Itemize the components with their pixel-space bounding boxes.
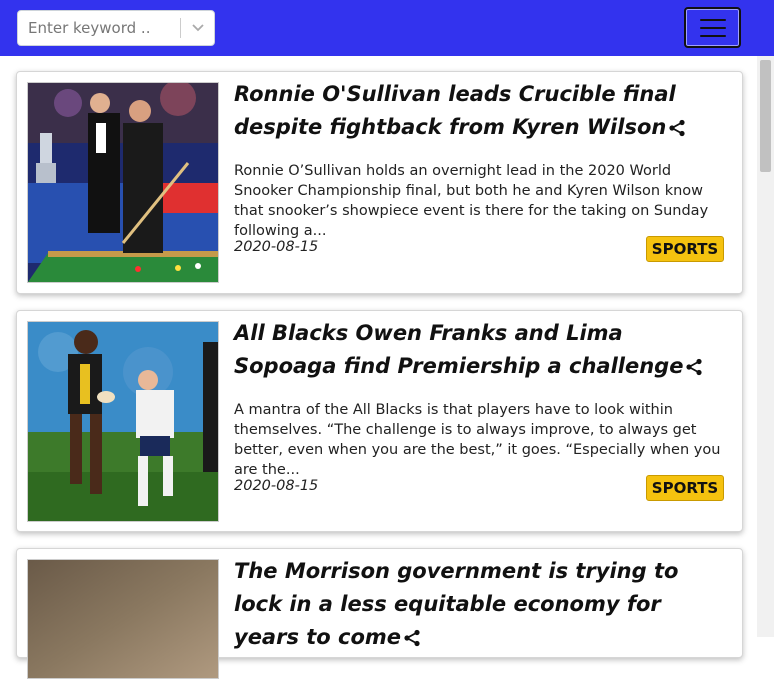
article-title[interactable]: Ronnie O'Sullivan leads Crucible final d… [234, 78, 729, 144]
news-card[interactable]: Ronnie O'Sullivan leads Crucible final d… [16, 71, 743, 294]
search-separator [180, 18, 181, 38]
chevron-down-icon[interactable] [186, 17, 210, 39]
article-title[interactable]: The Morrison government is trying to loc… [234, 555, 729, 654]
hamburger-menu-button[interactable] [684, 7, 741, 48]
hamburger-menu-icon [700, 35, 726, 37]
article-thumbnail[interactable] [27, 559, 219, 679]
category-badge[interactable]: SPORTS [646, 475, 724, 501]
article-summary: A mantra of the All Blacks is that playe… [234, 402, 721, 478]
share-icon[interactable] [685, 353, 703, 376]
article-date: 2020-08-15 [234, 239, 319, 255]
scrollbar-thumb[interactable] [760, 60, 771, 172]
share-icon[interactable] [403, 624, 421, 647]
hamburger-menu-icon [700, 27, 726, 29]
category-badge[interactable]: SPORTS [646, 236, 724, 262]
search-input[interactable] [18, 11, 178, 45]
news-card[interactable]: All Blacks Owen Franks and Lima Sopoaga … [16, 310, 743, 532]
hamburger-menu-icon [700, 19, 726, 21]
news-card[interactable]: The Morrison government is trying to loc… [16, 548, 743, 679]
search-select[interactable] [17, 10, 215, 46]
article-summary: Ronnie O’Sullivan holds an overnight lea… [234, 163, 709, 239]
article-thumbnail[interactable] [27, 321, 219, 522]
article-thumbnail[interactable] [27, 82, 219, 283]
share-icon[interactable] [668, 114, 686, 137]
navbar [0, 0, 774, 56]
article-title[interactable]: All Blacks Owen Franks and Lima Sopoaga … [234, 317, 729, 383]
article-date: 2020-08-15 [234, 478, 319, 494]
